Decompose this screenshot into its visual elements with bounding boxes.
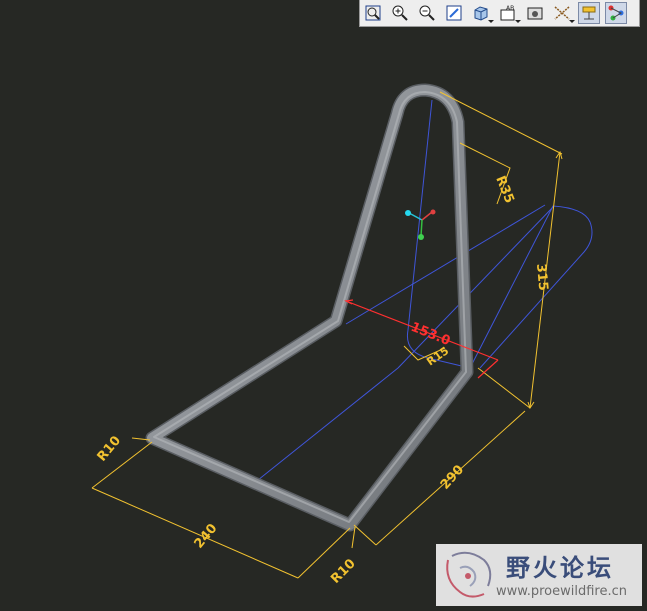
forum-logo-icon: [446, 551, 492, 598]
spin-center-button[interactable]: [605, 2, 627, 24]
annotation-display-icon: [582, 6, 596, 20]
watermark-title: 野火论坛: [506, 554, 614, 582]
dim-angle[interactable]: 153.0: [409, 320, 453, 349]
dim-radius-top[interactable]: R35: [492, 174, 516, 206]
spin-center-icon: [608, 5, 624, 21]
view-manager-icon: [527, 7, 543, 20]
refit-icon: [365, 5, 381, 21]
saved-views-button[interactable]: AB: [497, 2, 521, 24]
repaint-button[interactable]: [443, 2, 465, 24]
zoom-out-button[interactable]: [416, 2, 438, 24]
datum-display-button[interactable]: [551, 2, 575, 24]
dim-radius-bottom[interactable]: R10: [328, 556, 358, 586]
dimension-lines: [91, 91, 563, 579]
dim-height[interactable]: 315: [533, 263, 550, 291]
annotation-display-button[interactable]: [578, 2, 600, 24]
view-manager-button[interactable]: [524, 2, 546, 24]
forum-watermark: 野火论坛 www.proewildfire.cn: [436, 544, 642, 606]
display-style-button[interactable]: [470, 2, 494, 24]
zoom-in-icon: [392, 5, 408, 21]
watermark-url: www.proewildfire.cn: [496, 584, 627, 599]
tube-frame[interactable]: [145, 83, 474, 532]
dim-width[interactable]: 240: [192, 521, 221, 551]
view-toolbar: AB: [359, 0, 640, 27]
model-viewport[interactable]: R35 315 290 240 R10 R10 153.0 R15: [0, 0, 647, 611]
svg-text:AB: AB: [506, 5, 514, 12]
repaint-icon: [446, 5, 462, 21]
dim-radius-inner[interactable]: R15: [424, 344, 451, 368]
refit-button[interactable]: [362, 2, 384, 24]
dim-radius-left[interactable]: R10: [95, 433, 125, 464]
zoom-in-button[interactable]: [389, 2, 411, 24]
zoom-out-icon: [419, 5, 435, 21]
